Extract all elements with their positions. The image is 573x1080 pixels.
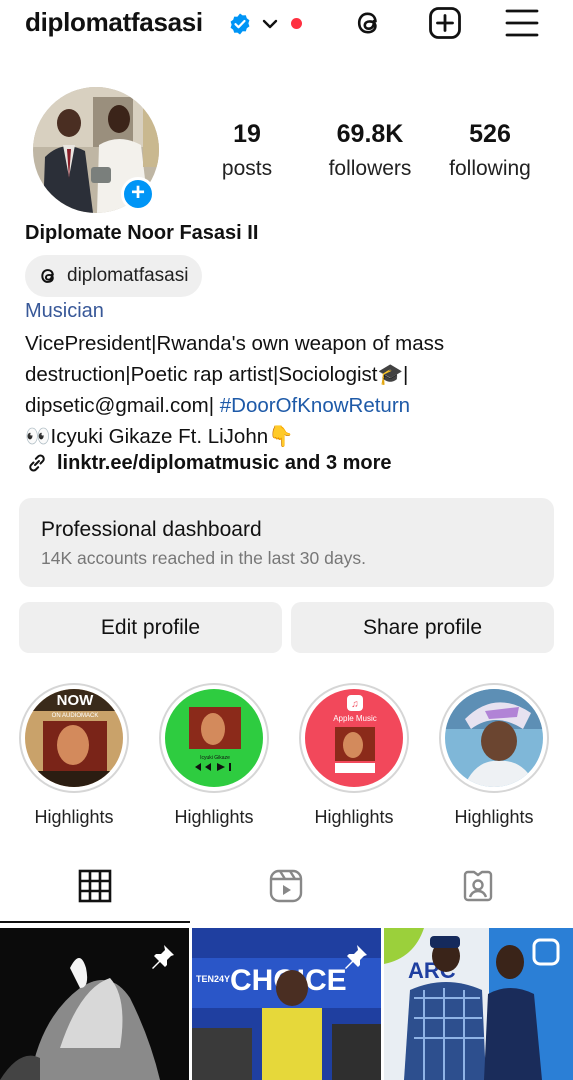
following-label: following: [449, 157, 531, 180]
following-stat[interactable]: 526 following: [440, 120, 540, 181]
posts-stat[interactable]: 19 posts: [212, 120, 282, 181]
link-icon: [29, 454, 45, 472]
menu-icon[interactable]: [505, 6, 539, 40]
highlight-cover: NOW ON AUDIOMACK: [25, 689, 123, 787]
add-story-button[interactable]: +: [121, 177, 155, 211]
highlight-ring: Icyuki Gikaze: [159, 683, 269, 793]
grid-icon[interactable]: [77, 868, 113, 904]
highlight-ring: [439, 683, 549, 793]
create-post-icon[interactable]: [428, 6, 462, 40]
posts-count: 19: [233, 120, 261, 148]
notification-dot: [291, 18, 302, 29]
highlight-cover: ♫ Apple Music: [305, 689, 403, 787]
highlight-cover: Icyuki Gikaze: [165, 689, 263, 787]
bio-links[interactable]: linktr.ee/diplomatmusic and 3 more: [25, 451, 392, 475]
post-thumbnail[interactable]: CHOICE TEN24Y: [192, 928, 381, 1080]
highlight-cover-title: Icyuki Gikaze: [200, 755, 230, 761]
highlight-ring: ♫ Apple Music: [299, 683, 409, 793]
profile-category: Musician: [25, 300, 104, 322]
threads-handle: diplomatfasasi: [67, 265, 189, 286]
bio-line: dipsetic@gmail.com| #DoorOfKnowReturn: [25, 390, 565, 421]
followers-label: followers: [328, 157, 412, 180]
highlight-cover-subtitle: ON AUDIOMACK: [52, 713, 99, 719]
highlight-label: Highlights: [454, 807, 534, 827]
story-highlight[interactable]: NOW ON AUDIOMACK Highlights: [18, 683, 130, 828]
threads-profile-link[interactable]: diplomatfasasi: [25, 255, 203, 297]
tagged-icon[interactable]: [460, 868, 496, 904]
profile-bio: VicePresident|Rwanda's own weapon of mas…: [25, 328, 565, 452]
bio-email: dipsetic@gmail.com|: [25, 394, 215, 417]
highlight-ring: NOW ON AUDIOMACK: [19, 683, 129, 793]
profile-tabs: [0, 858, 573, 924]
bio-line: VicePresident|Rwanda's own weapon of mas…: [25, 332, 445, 355]
top-bar: diplomatfasasi: [0, 0, 573, 52]
following-count: 526: [469, 120, 511, 148]
dashboard-subtitle: 14K accounts reached in the last 30 days…: [41, 548, 366, 568]
threads-icon[interactable]: [351, 6, 385, 40]
profile-full-name: Diplomate Noor Fasasi II: [25, 222, 259, 244]
story-highlight[interactable]: Icyuki Gikaze Highlights: [158, 683, 270, 828]
pinned-icon: [152, 945, 174, 969]
verified-badge-icon: [230, 13, 250, 35]
profile-avatar-container[interactable]: +: [33, 87, 159, 213]
edit-profile-button[interactable]: Edit profile: [19, 602, 282, 653]
story-highlight[interactable]: ♫ Apple Music Highlights: [298, 683, 410, 828]
chevron-down-icon[interactable]: [260, 14, 280, 34]
active-tab-indicator: [0, 921, 190, 923]
story-highlight[interactable]: Highlights: [438, 683, 550, 828]
share-profile-button[interactable]: Share profile: [291, 602, 554, 653]
posts-grid: CHOICE TEN24Y ARC: [0, 928, 573, 1080]
highlight-label: Highlights: [174, 807, 254, 827]
posts-label: posts: [221, 157, 273, 180]
professional-dashboard-card[interactable]: Professional dashboard 14K accounts reac…: [19, 498, 554, 587]
followers-stat[interactable]: 69.8K followers: [318, 120, 422, 181]
highlight-cover-title: Apple Music: [333, 714, 377, 723]
pinned-icon: [345, 945, 367, 969]
highlight-label: Highlights: [314, 807, 394, 827]
post-thumbnail[interactable]: [0, 928, 189, 1080]
bio-hashtag[interactable]: #DoorOfKnowReturn: [220, 394, 410, 417]
post-thumbnail[interactable]: ARC: [384, 928, 573, 1080]
account-username[interactable]: diplomatfasasi: [25, 7, 203, 38]
svg-text:♫: ♫: [351, 699, 359, 710]
followers-count: 69.8K: [336, 120, 404, 148]
reels-icon[interactable]: [268, 868, 304, 904]
bio-line: destruction|Poetic rap artist|Sociologis…: [25, 363, 409, 386]
dashboard-title: Professional dashboard: [41, 518, 262, 541]
highlight-cover: [445, 689, 543, 787]
bio-link-text[interactable]: linktr.ee/diplomatmusic and 3 more: [57, 452, 392, 475]
threads-small-icon: [41, 269, 54, 283]
highlight-cover-title: NOW: [57, 692, 95, 709]
highlight-label: Highlights: [34, 807, 114, 827]
bio-line: 👀Icyuki Gikaze Ft. LiJohn👇: [25, 425, 294, 448]
post-overlay-subtext: TEN24Y: [196, 974, 230, 984]
